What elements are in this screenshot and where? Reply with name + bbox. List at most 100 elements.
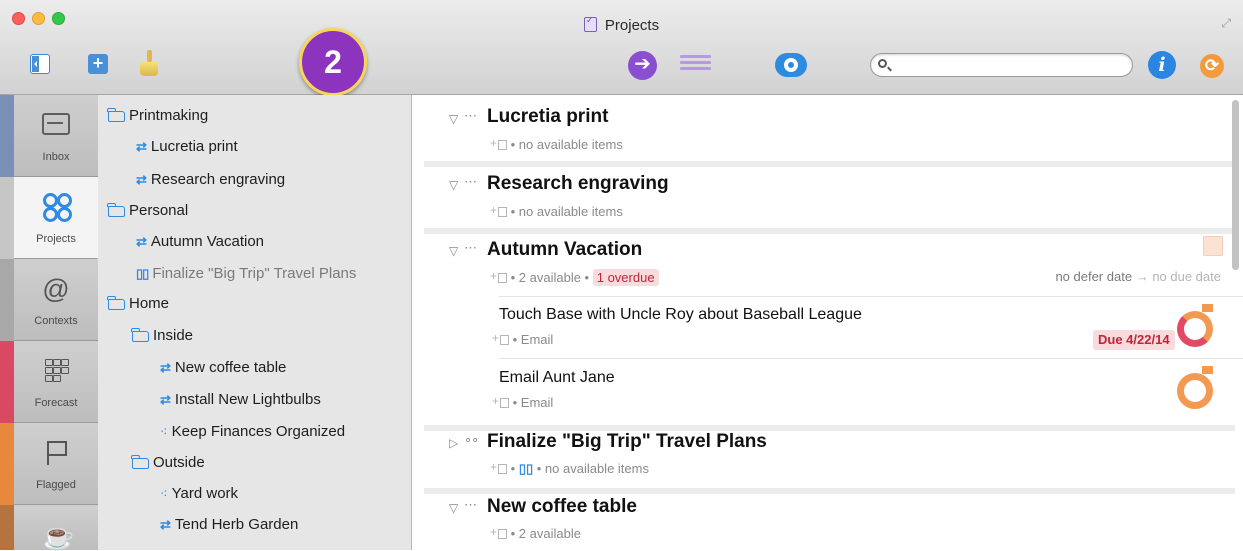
perspective-contexts[interactable]: @ Contexts: [14, 259, 98, 341]
sequential-project-icon: ⋯: [464, 174, 477, 189]
sidebar-toggle-button[interactable]: [30, 54, 50, 74]
sidebar-folder-outside[interactable]: Outside: [131, 451, 205, 475]
project-title[interactable]: Research engraving: [487, 173, 669, 195]
outline-line-icon: [680, 61, 711, 64]
sync-button[interactable]: ⟳: [1200, 54, 1224, 78]
flagged-color-strip: [0, 423, 14, 505]
parallel-project-icon: ∘∘: [464, 432, 479, 447]
sidebar-folder-personal[interactable]: Personal: [107, 199, 188, 223]
add-note-icon[interactable]: [492, 331, 509, 345]
sidebar-project-lucretia-print[interactable]: ⇄ Lucretia print: [136, 135, 238, 159]
at-sign-icon: @: [42, 274, 70, 304]
folder-icon: [107, 108, 125, 122]
sidebar-item-label: Outside: [153, 454, 205, 471]
sidebar-project-finalize-big-trip[interactable]: ▯▯ Finalize "Big Trip" Travel Plans: [136, 262, 356, 286]
focus-arrow-button[interactable]: ➔: [628, 51, 657, 80]
folder-icon: [107, 203, 125, 217]
due-date[interactable]: no due date: [1152, 269, 1221, 284]
action-title[interactable]: Touch Base with Uncle Roy about Baseball…: [499, 306, 862, 324]
action-status-circle[interactable]: [1177, 311, 1213, 347]
action-status-circle[interactable]: [1177, 373, 1213, 409]
sidebar-project-autumn-vacation[interactable]: ⇄ Autumn Vacation: [136, 230, 264, 254]
sidebar-item-label: Tend Herb Garden: [174, 516, 299, 533]
clean-up-broom-icon[interactable]: [138, 50, 164, 78]
sidebar-project-tend-herb-garden[interactable]: ⇄ Tend Herb Garden: [160, 513, 298, 537]
project-row[interactable]: ▽ ⋯ Autumn Vacation • 2 available • 1 ov…: [424, 234, 1243, 431]
contexts-color-strip: [0, 259, 14, 341]
sidebar-folder-printmaking[interactable]: Printmaking: [107, 104, 208, 128]
sidebar-item-label: Keep Finances Organized: [171, 423, 346, 440]
inbox-color-strip: [0, 95, 14, 177]
add-action-button[interactable]: +: [88, 54, 108, 74]
row-divider: [499, 358, 1243, 359]
add-note-icon[interactable]: [490, 460, 507, 474]
project-row[interactable]: ▽ ⋯ Research engraving • no available it…: [424, 167, 1235, 228]
disclosure-triangle-open-icon[interactable]: ▽: [449, 501, 458, 515]
projects-color-strip: [0, 177, 14, 259]
add-note-icon[interactable]: [490, 136, 507, 150]
perspective-inbox[interactable]: Inbox: [14, 95, 98, 177]
sidebar-project-research-engraving[interactable]: ⇄ Research engraving: [136, 168, 285, 192]
project-dates[interactable]: no defer date → no due date: [1055, 269, 1221, 284]
sequential-project-icon: ⇄: [136, 139, 147, 154]
project-title[interactable]: New coffee table: [487, 496, 637, 518]
add-note-icon[interactable]: [490, 203, 507, 217]
row-divider: [499, 296, 1243, 297]
outline-line-icon: [680, 67, 711, 70]
coffee-cup-icon: ☕: [42, 521, 75, 551]
project-status-box[interactable]: [1203, 236, 1223, 256]
project-title[interactable]: Autumn Vacation: [487, 239, 642, 261]
folder-icon: [131, 455, 149, 469]
perspective-forecast[interactable]: Forecast: [14, 341, 98, 423]
outline-line-icon: [680, 55, 711, 58]
action-title[interactable]: Email Aunt Jane: [499, 369, 615, 387]
project-meta: • 2 available • 1 overdue: [490, 269, 659, 286]
sidebar-project-yard-work[interactable]: ⁖ Yard work: [160, 482, 238, 506]
add-note-icon[interactable]: [492, 394, 509, 408]
view-options-eye-button[interactable]: [775, 53, 807, 77]
disclosure-triangle-open-icon[interactable]: ▽: [449, 112, 458, 126]
window-title: Projects: [0, 15, 1243, 34]
project-title[interactable]: Lucretia print: [487, 106, 608, 128]
add-note-icon[interactable]: [490, 269, 507, 283]
project-meta: • no available items: [490, 203, 623, 219]
perspective-flagged[interactable]: Flagged: [14, 423, 98, 505]
sequential-project-icon: ⋯: [464, 108, 477, 123]
sidebar-folder-inside[interactable]: Inside: [131, 324, 193, 348]
outline-view-button[interactable]: [680, 55, 711, 75]
projects-document-icon: [583, 15, 597, 32]
sidebar-project-new-coffee-table[interactable]: ⇄ New coffee table: [160, 356, 286, 380]
inspector-info-button[interactable]: i: [1148, 51, 1176, 79]
flag-icon: [42, 439, 70, 467]
add-note-icon[interactable]: [490, 525, 507, 539]
forecast-color-strip: [0, 341, 14, 423]
disclosure-triangle-open-icon[interactable]: ▽: [449, 244, 458, 258]
flag-marker-icon[interactable]: [1202, 304, 1213, 312]
calendar-grid-icon: [42, 357, 70, 385]
perspective-projects[interactable]: Projects: [14, 177, 98, 259]
search-input[interactable]: [895, 55, 1124, 77]
sidebar-item-label: Research engraving: [150, 171, 286, 188]
perspective-review[interactable]: ☕: [14, 505, 98, 551]
project-row[interactable]: ▽ ⋯ New coffee table • 2 available: [424, 494, 1235, 550]
search-field[interactable]: [870, 53, 1133, 77]
sidebar-project-keep-finances-organized[interactable]: ⁖ Keep Finances Organized: [160, 420, 345, 444]
disclosure-triangle-open-icon[interactable]: ▽: [449, 178, 458, 192]
sidebar-item-label: Install New Lightbulbs: [174, 391, 321, 408]
sequential-project-icon: ⇄: [160, 392, 171, 407]
perspective-label: Contexts: [34, 315, 78, 327]
defer-date[interactable]: no defer date: [1055, 269, 1132, 284]
project-row[interactable]: ▷ ∘∘ Finalize "Big Trip" Travel Plans • …: [424, 431, 1235, 488]
project-row[interactable]: ▽ ⋯ Lucretia print • no available items: [424, 95, 1235, 161]
sidebar-folder-home[interactable]: Home: [107, 292, 169, 316]
overdue-count-badge: 1 overdue: [592, 269, 659, 286]
sequential-project-icon: ⋯: [464, 240, 477, 255]
fullscreen-icon[interactable]: ⤢: [1221, 16, 1231, 31]
vertical-scrollbar[interactable]: [1232, 100, 1239, 270]
flag-marker-icon[interactable]: [1202, 366, 1213, 374]
disclosure-triangle-closed-icon[interactable]: ▷: [449, 436, 458, 450]
project-title[interactable]: Finalize "Big Trip" Travel Plans: [487, 431, 767, 453]
action-meta: • Email: [492, 394, 553, 410]
projects-circles-icon: [42, 193, 72, 222]
sidebar-project-install-new-lightbulbs[interactable]: ⇄ Install New Lightbulbs: [160, 388, 321, 412]
